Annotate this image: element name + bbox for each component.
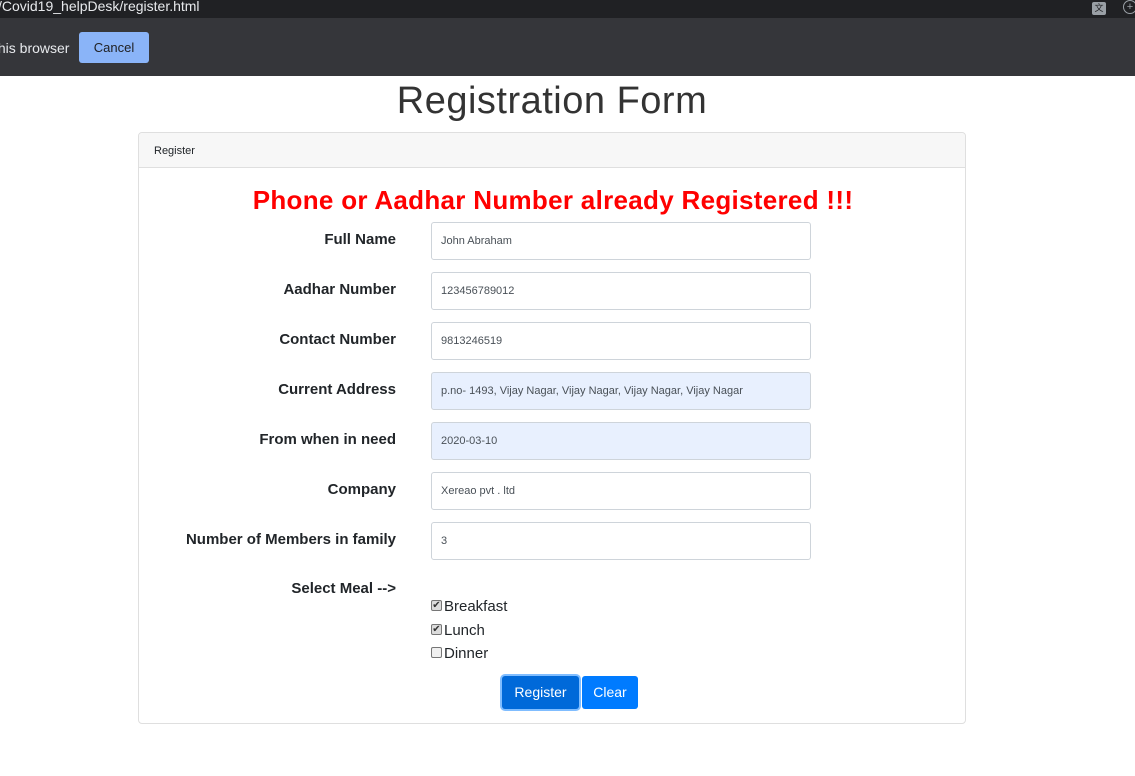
dinner-checkbox[interactable] [431, 647, 442, 658]
lunch-label: Lunch [444, 621, 485, 639]
cancel-button[interactable]: Cancel [79, 32, 149, 63]
breakfast-label: Breakfast [444, 598, 508, 615]
card-header: Register [139, 133, 965, 168]
meal-option-breakfast[interactable]: ✔ Breakfast [431, 598, 507, 622]
meal-option-dinner[interactable]: Dinner [431, 645, 507, 669]
current-address-label: Current Address [278, 381, 396, 398]
aadhar-number-input[interactable]: 123456789012 [431, 272, 811, 310]
current-address-input[interactable]: p.no- 1493, Vijay Nagar, Vijay Nagar, Vi… [431, 372, 811, 410]
browser-infobar: this browser Cancel [0, 18, 1135, 76]
need-date-input[interactable]: 2020-03-10 [431, 422, 811, 460]
need-date-label: From when in need [259, 431, 396, 448]
company-input[interactable]: Xereao pvt . ltd [431, 472, 811, 510]
translate-icon[interactable]: 文 [1092, 2, 1106, 15]
lunch-checkbox[interactable]: ✔ [431, 623, 442, 635]
full-name-label: Full Name [324, 231, 396, 248]
select-meal-label: Select Meal --> [291, 580, 396, 597]
url-text: /Covid19_helpDesk/register.html [0, 0, 200, 14]
full-name-input[interactable]: John Abraham [431, 222, 811, 260]
register-card: Register Phone or Aadhar Number already … [138, 132, 966, 724]
aadhar-number-label: Aadhar Number [283, 281, 396, 298]
clear-button[interactable]: Clear [582, 676, 638, 709]
meal-option-lunch[interactable]: ✔ Lunch [431, 622, 507, 646]
family-members-input[interactable]: 3 [431, 522, 811, 560]
error-message: Phone or Aadhar Number already Registere… [252, 185, 854, 215]
zoom-icon[interactable]: + [1123, 0, 1135, 14]
page-title: Registration Form [396, 80, 708, 122]
contact-number-label: Contact Number [279, 331, 396, 348]
register-button[interactable]: Register [502, 676, 579, 709]
company-label: Company [327, 481, 396, 498]
address-bar[interactable]: /Covid19_helpDesk/register.html 文 + [0, 0, 1135, 18]
dinner-label: Dinner [444, 645, 489, 662]
infobar-message: this browser [0, 40, 70, 56]
contact-number-input[interactable]: 9813246519 [431, 322, 811, 360]
breakfast-checkbox[interactable]: ✔ [431, 600, 442, 611]
meal-options: ✔ Breakfast ✔ Lunch Dinner [431, 598, 507, 669]
family-members-label: Number of Members in family [185, 531, 396, 548]
